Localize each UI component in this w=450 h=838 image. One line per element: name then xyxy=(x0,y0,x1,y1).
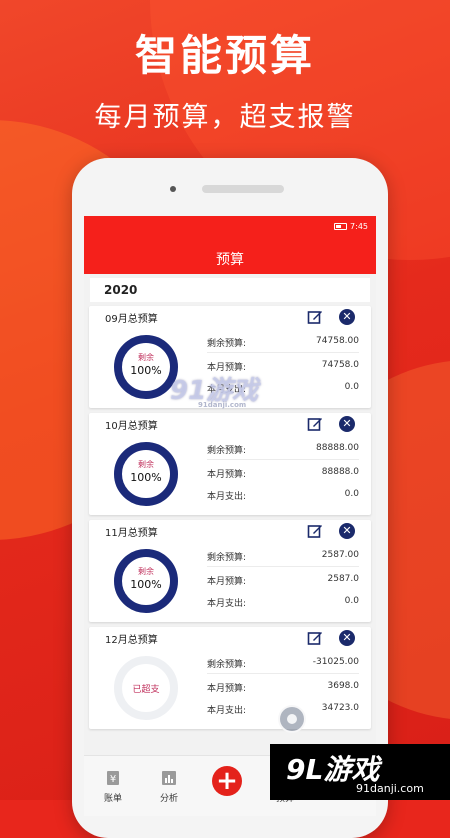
remaining-label: 剩余预算: xyxy=(207,339,247,349)
spent-value: 34723.0 xyxy=(321,703,359,713)
spent-row: 本月支出: 0.0 xyxy=(207,485,359,505)
spent-row: 本月支出: 0.0 xyxy=(207,378,359,398)
nav-bill[interactable]: ¥ 账单 xyxy=(88,770,138,804)
spent-value: 0.0 xyxy=(344,382,359,392)
edit-icon[interactable] xyxy=(307,523,323,539)
remaining-ring: 剩余 100% xyxy=(114,442,178,506)
card-title: 09月总预算 xyxy=(105,314,158,325)
spent-label: 本月支出: xyxy=(207,706,247,716)
edit-icon[interactable] xyxy=(307,416,323,432)
budget-row: 本月预算: 88888.0 xyxy=(207,463,359,483)
close-icon[interactable]: ✕ xyxy=(339,309,355,325)
speaker-grill xyxy=(202,185,284,193)
watermark-corner: 9L游戏 91danji.com xyxy=(270,744,450,800)
budget-row: 本月预算: 3698.0 xyxy=(207,677,359,697)
chart-icon xyxy=(162,771,176,785)
remaining-label: 剩余预算: xyxy=(207,446,247,456)
spent-label: 本月支出: xyxy=(207,599,247,609)
camera-dot xyxy=(170,186,176,192)
budget-label: 本月预算: xyxy=(207,577,247,587)
remaining-value: -31025.00 xyxy=(312,657,359,667)
budget-card[interactable]: 10月总预算 ✕ 剩余 100% 剩余预算: 88888.00 本月预算: 88… xyxy=(89,413,371,515)
floating-assist-button[interactable] xyxy=(278,705,306,733)
budget-label: 本月预算: xyxy=(207,684,247,694)
banner-subtitle: 每月预算，超支报警 xyxy=(94,102,356,133)
plus-icon[interactable]: + xyxy=(212,766,242,796)
year-header: 2020 xyxy=(90,278,370,302)
spent-value: 0.0 xyxy=(344,596,359,606)
budget-card[interactable]: 11月总预算 ✕ 剩余 100% 剩余预算: 2587.00 本月预算: 258… xyxy=(89,520,371,622)
remaining-label: 剩余预算: xyxy=(207,553,247,563)
remaining-value: 2587.00 xyxy=(321,550,359,560)
edit-icon[interactable] xyxy=(307,630,323,646)
budget-value: 88888.0 xyxy=(321,467,359,477)
budget-card[interactable]: 09月总预算 ✕ 剩余 100% 剩余预算: 74758.00 本月预算: 74… xyxy=(89,306,371,408)
close-icon[interactable]: ✕ xyxy=(339,523,355,539)
budget-label: 本月预算: xyxy=(207,470,247,480)
remaining-row: 剩余预算: 74758.00 xyxy=(207,332,359,353)
budget-label: 本月预算: xyxy=(207,363,247,373)
ring-label: 剩余 xyxy=(138,567,154,576)
status-bar: 7:45 xyxy=(334,222,368,231)
edit-icon[interactable] xyxy=(307,309,323,325)
close-icon[interactable]: ✕ xyxy=(339,630,355,646)
app-screen: 7:45 预算 2020 09月总预算 ✕ 剩余 100% 剩余预算: 7475… xyxy=(84,216,376,816)
phone-frame: 7:45 预算 2020 09月总预算 ✕ 剩余 100% 剩余预算: 7475… xyxy=(72,158,388,838)
card-title: 12月总预算 xyxy=(105,635,158,646)
spent-label: 本月支出: xyxy=(207,492,247,502)
card-title: 11月总预算 xyxy=(105,528,158,539)
spent-row: 本月支出: 0.0 xyxy=(207,592,359,612)
budget-card[interactable]: 12月总预算 ✕ 已超支 剩余预算: -31025.00 本月预算: 3698.… xyxy=(89,627,371,729)
budget-value: 3698.0 xyxy=(327,681,360,691)
remaining-ring: 剩余 100% xyxy=(114,335,178,399)
nav-analysis[interactable]: 分析 xyxy=(144,770,194,804)
budget-value: 2587.0 xyxy=(327,574,360,584)
remaining-label: 剩余预算: xyxy=(207,660,247,670)
battery-icon xyxy=(334,223,348,230)
close-icon[interactable]: ✕ xyxy=(339,416,355,432)
status-time: 7:45 xyxy=(350,222,368,231)
app-bar: 7:45 预算 xyxy=(84,216,376,274)
remaining-value: 88888.00 xyxy=(316,443,359,453)
ring-label: 剩余 xyxy=(138,460,154,469)
spent-label: 本月支出: xyxy=(207,385,247,395)
svg-text:¥: ¥ xyxy=(110,774,116,785)
remaining-row: 剩余预算: 88888.00 xyxy=(207,439,359,460)
spent-value: 0.0 xyxy=(344,489,359,499)
over-budget-label: 已超支 xyxy=(132,685,160,695)
remaining-value: 74758.00 xyxy=(316,336,359,346)
remaining-row: 剩余预算: -31025.00 xyxy=(207,653,359,674)
nav-bill-label: 账单 xyxy=(103,794,122,804)
bill-icon: ¥ xyxy=(107,771,119,785)
remaining-row: 剩余预算: 2587.00 xyxy=(207,546,359,567)
budget-row: 本月预算: 74758.0 xyxy=(207,356,359,376)
card-title: 10月总预算 xyxy=(105,421,158,432)
remaining-ring: 剩余 100% xyxy=(114,549,178,613)
page-title: 预算 xyxy=(216,252,244,268)
ring-label: 剩余 xyxy=(138,353,154,362)
nav-analysis-label: 分析 xyxy=(159,794,178,804)
remaining-ring: 已超支 xyxy=(114,656,178,720)
budget-row: 本月预算: 2587.0 xyxy=(207,570,359,590)
ring-percent: 100% xyxy=(130,471,162,484)
ring-percent: 100% xyxy=(130,364,162,377)
watermark-corner-url: 91danji.com xyxy=(356,782,424,795)
ring-percent: 100% xyxy=(130,578,162,591)
budget-value: 74758.0 xyxy=(321,360,359,370)
banner-title: 智能预算 xyxy=(134,31,315,80)
